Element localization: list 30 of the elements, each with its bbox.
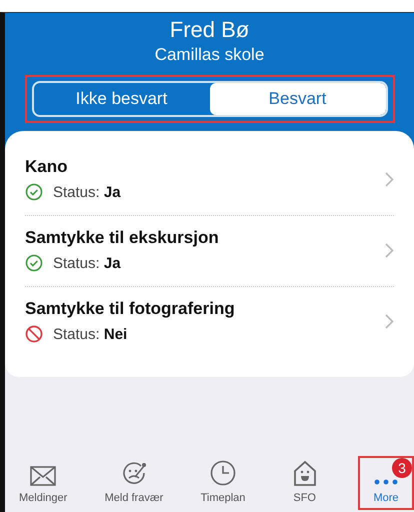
tab-bar-item[interactable]: Meldinger xyxy=(13,444,74,510)
school-name: Camillas skole xyxy=(154,45,264,65)
prohibited-icon xyxy=(25,325,43,343)
tab-bar-item[interactable]: Meld fravær xyxy=(98,438,170,510)
segment-tab[interactable]: Besvart xyxy=(210,83,386,115)
notification-badge: 3 xyxy=(392,458,412,478)
status-text: Status: Nei xyxy=(53,326,128,342)
house-icon xyxy=(292,460,317,486)
consent-item[interactable]: Samtykke til fotografering Status: Nei xyxy=(25,287,394,357)
status-text: Status: Ja xyxy=(53,184,121,200)
consent-item[interactable]: Samtykke til ekskursjon Status: Ja xyxy=(25,216,394,287)
tab-bar-item[interactable]: Timeplan xyxy=(194,438,252,510)
item-title: Samtykke til ekskursjon xyxy=(25,228,220,248)
check-circle-icon xyxy=(25,183,43,201)
tab-bar-item[interactable]: More 3 xyxy=(358,456,414,510)
segment-tab[interactable]: Ikke besvart xyxy=(34,83,210,115)
more-icon xyxy=(372,478,399,486)
tab-bar-item[interactable]: SFO xyxy=(276,438,333,510)
envelope-icon xyxy=(30,466,56,486)
chevron-icon xyxy=(385,314,394,328)
sad-face-icon xyxy=(120,460,147,486)
status-text: Status: Ja xyxy=(53,254,121,272)
check-circle-icon xyxy=(25,254,43,272)
consent-item[interactable]: Kano Status: Ja xyxy=(25,145,394,216)
item-title: Kano xyxy=(25,157,68,177)
chevron-icon xyxy=(385,172,394,186)
chevron-icon xyxy=(385,242,394,258)
clock-icon xyxy=(210,460,236,486)
item-title: Samtykke til fotografering xyxy=(25,299,236,319)
profile-name: Fred Bø xyxy=(170,17,250,43)
